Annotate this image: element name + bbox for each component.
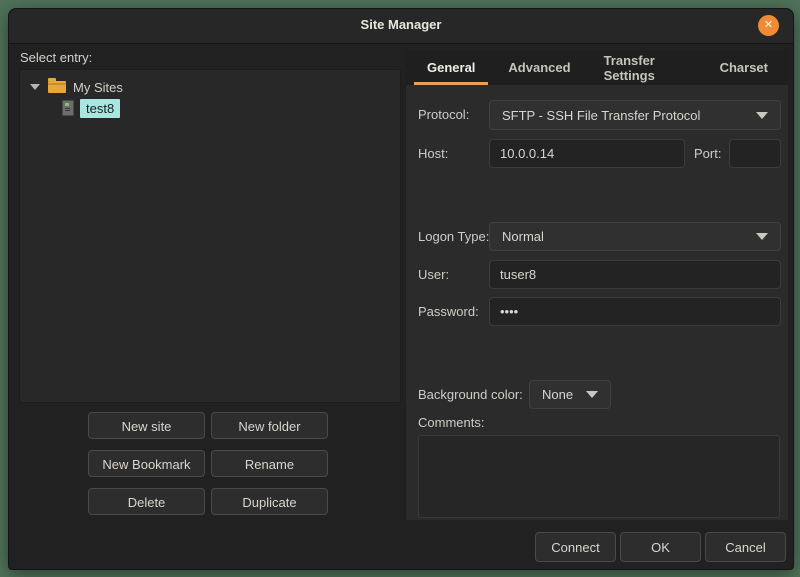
tree-item-my-sites[interactable]: My Sites bbox=[30, 77, 123, 97]
logon-type-label: Logon Type: bbox=[418, 229, 489, 244]
connect-button[interactable]: Connect bbox=[535, 532, 616, 562]
logon-type-dropdown[interactable]: Normal bbox=[489, 222, 781, 251]
chevron-down-icon bbox=[756, 112, 768, 119]
host-label: Host: bbox=[418, 146, 448, 161]
tab-advanced[interactable]: Advanced bbox=[495, 50, 583, 85]
host-input[interactable] bbox=[489, 139, 685, 168]
rename-button[interactable]: Rename bbox=[211, 450, 328, 477]
password-input[interactable] bbox=[489, 297, 781, 326]
password-label: Password: bbox=[418, 304, 479, 319]
background-color-label: Background color: bbox=[418, 387, 523, 402]
user-input[interactable] bbox=[489, 260, 781, 289]
site-manager-dialog: Site Manager ✕ Select entry: My Sites te… bbox=[8, 8, 794, 570]
tab-charset[interactable]: Charset bbox=[707, 50, 781, 85]
port-input[interactable] bbox=[729, 139, 781, 168]
new-bookmark-button[interactable]: New Bookmark bbox=[88, 450, 205, 477]
cancel-button[interactable]: Cancel bbox=[705, 532, 786, 562]
tree-item-label: My Sites bbox=[73, 80, 123, 95]
server-icon bbox=[62, 100, 74, 116]
settings-panel: General Advanced Transfer Settings Chars… bbox=[405, 49, 789, 521]
protocol-value: SFTP - SSH File Transfer Protocol bbox=[502, 108, 748, 123]
site-tree: My Sites test8 bbox=[19, 69, 401, 403]
duplicate-button[interactable]: Duplicate bbox=[211, 488, 328, 515]
chevron-down-icon[interactable] bbox=[30, 84, 40, 90]
chevron-down-icon bbox=[586, 391, 598, 398]
tree-item-label-selected: test8 bbox=[80, 99, 120, 118]
background-color-dropdown[interactable]: None bbox=[529, 380, 611, 409]
comments-textarea[interactable] bbox=[418, 435, 780, 518]
delete-button[interactable]: Delete bbox=[88, 488, 205, 515]
comments-label: Comments: bbox=[418, 415, 484, 430]
background-color-value: None bbox=[542, 387, 578, 402]
select-entry-label: Select entry: bbox=[20, 50, 92, 65]
protocol-label: Protocol: bbox=[418, 107, 469, 122]
folder-icon bbox=[48, 81, 66, 93]
port-label: Port: bbox=[694, 146, 721, 161]
ok-button[interactable]: OK bbox=[620, 532, 701, 562]
tree-item-test8[interactable]: test8 bbox=[62, 98, 120, 118]
chevron-down-icon bbox=[756, 233, 768, 240]
tab-transfer-settings[interactable]: Transfer Settings bbox=[591, 50, 700, 85]
tab-general[interactable]: General bbox=[414, 50, 488, 85]
close-icon[interactable]: ✕ bbox=[758, 15, 779, 36]
title-bar: Site Manager ✕ bbox=[9, 9, 793, 44]
tab-strip: General Advanced Transfer Settings Chars… bbox=[406, 50, 788, 85]
user-label: User: bbox=[418, 267, 449, 282]
window-title: Site Manager bbox=[9, 17, 793, 32]
protocol-dropdown[interactable]: SFTP - SSH File Transfer Protocol bbox=[489, 100, 781, 130]
new-site-button[interactable]: New site bbox=[88, 412, 205, 439]
new-folder-button[interactable]: New folder bbox=[211, 412, 328, 439]
logon-type-value: Normal bbox=[502, 229, 748, 244]
